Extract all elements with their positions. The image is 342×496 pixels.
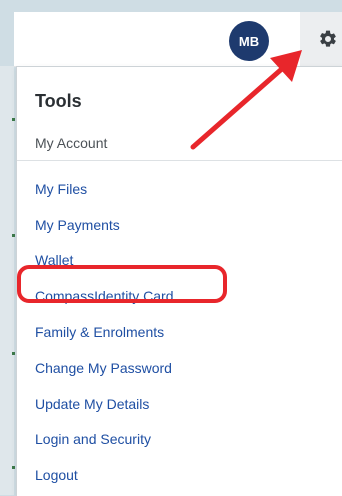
menu-list: My Files My Payments Wallet CompassIdent… xyxy=(35,171,174,493)
menu-item-family-enrolments[interactable]: Family & Enrolments xyxy=(35,314,174,350)
gear-icon xyxy=(320,30,336,47)
background-marker xyxy=(12,234,15,237)
background-marker xyxy=(12,118,15,121)
menu-item-update-details[interactable]: Update My Details xyxy=(35,386,174,422)
menu-divider xyxy=(17,160,342,161)
settings-button[interactable] xyxy=(300,12,342,66)
menu-item-my-files[interactable]: My Files xyxy=(35,171,174,207)
top-header-bar xyxy=(14,12,342,67)
user-avatar-button[interactable]: MB xyxy=(229,21,269,61)
menu-item-login-security[interactable]: Login and Security xyxy=(35,422,174,458)
tools-dropdown-menu: Tools My Account My Files My Payments Wa… xyxy=(16,66,342,496)
avatar-initials: MB xyxy=(238,33,260,49)
menu-item-compass-identity-card[interactable]: CompassIdentity Card xyxy=(35,278,174,314)
background-marker xyxy=(12,466,15,469)
menu-item-logout[interactable]: Logout xyxy=(35,457,174,493)
menu-item-change-password[interactable]: Change My Password xyxy=(35,350,174,386)
menu-item-wallet[interactable]: Wallet xyxy=(35,243,174,279)
page-background-strip xyxy=(0,66,14,495)
background-marker xyxy=(12,352,15,355)
dropdown-title: Tools xyxy=(35,91,82,111)
section-label-my-account: My Account xyxy=(35,135,108,151)
menu-item-my-payments[interactable]: My Payments xyxy=(35,207,174,243)
